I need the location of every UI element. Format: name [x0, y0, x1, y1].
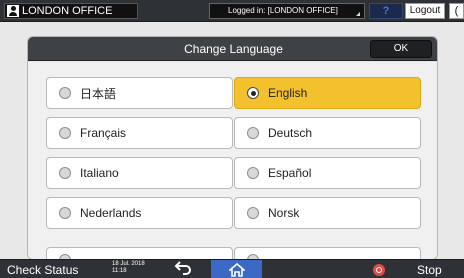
language-label: Nederlands [80, 206, 142, 220]
language-label: English [268, 86, 308, 100]
radio-icon [247, 167, 259, 179]
stop-icon[interactable] [373, 264, 385, 276]
language-option-french[interactable]: Français [46, 117, 233, 149]
radio-icon [59, 167, 71, 179]
radio-icon [59, 207, 71, 219]
time-text: 11:18 [112, 268, 127, 274]
home-icon [228, 262, 245, 277]
language-option-spanish[interactable]: Español [234, 157, 421, 189]
language-label: Norsk [268, 206, 300, 220]
side-panel-button[interactable]: ( [449, 3, 464, 19]
language-option-dutch[interactable]: Nederlands [46, 197, 233, 229]
logged-in-text: Logged in: [LONDON OFFICE] [228, 6, 338, 15]
language-option-japanese[interactable]: 日本語 [46, 77, 233, 109]
language-label: Italiano [80, 166, 119, 180]
language-list: 日本語 English Français Deutsch Italiano Es… [28, 62, 437, 259]
stop-button[interactable]: Stop [417, 262, 442, 278]
radio-icon [59, 127, 71, 139]
language-label: Deutsch [268, 126, 313, 140]
help-button[interactable]: ? [369, 3, 403, 19]
radio-icon [247, 207, 259, 219]
language-label: Español [268, 166, 312, 180]
logged-in-status: Logged in: [LONDON OFFICE] [209, 3, 365, 19]
user-icon [7, 5, 19, 17]
corner-indicator-icon [356, 8, 360, 16]
back-button[interactable] [172, 261, 194, 278]
language-option-norwegian[interactable]: Norsk [234, 197, 421, 229]
bottom-bar: Check Status 18 Jul. 2018 11:18 Stop [0, 259, 464, 278]
change-language-dialog: Change Language OK 日本語 English Français … [27, 36, 438, 260]
date-text: 18 Jul. 2018 [112, 261, 145, 267]
radio-selected-icon [247, 87, 259, 99]
radio-icon [247, 127, 259, 139]
language-label: 日本語 [80, 86, 117, 101]
check-status-button[interactable]: Check Status [7, 262, 78, 278]
back-arrow-icon [174, 261, 191, 275]
top-status-bar: LONDON OFFICE Logged in: [LONDON OFFICE]… [0, 0, 464, 22]
language-label: Français [80, 126, 127, 140]
office-display[interactable]: LONDON OFFICE [4, 3, 138, 19]
ok-button[interactable]: OK [370, 40, 432, 58]
language-option-italian[interactable]: Italiano [46, 157, 233, 189]
logout-button[interactable]: Logout [405, 3, 445, 19]
language-option-german[interactable]: Deutsch [234, 117, 421, 149]
date-time: 18 Jul. 2018 11:18 [112, 261, 145, 275]
home-button[interactable] [211, 260, 262, 278]
language-option-english[interactable]: English [234, 77, 421, 109]
dialog-header: Change Language OK [28, 37, 437, 61]
radio-icon [59, 87, 71, 99]
office-name: LONDON OFFICE [22, 5, 113, 17]
